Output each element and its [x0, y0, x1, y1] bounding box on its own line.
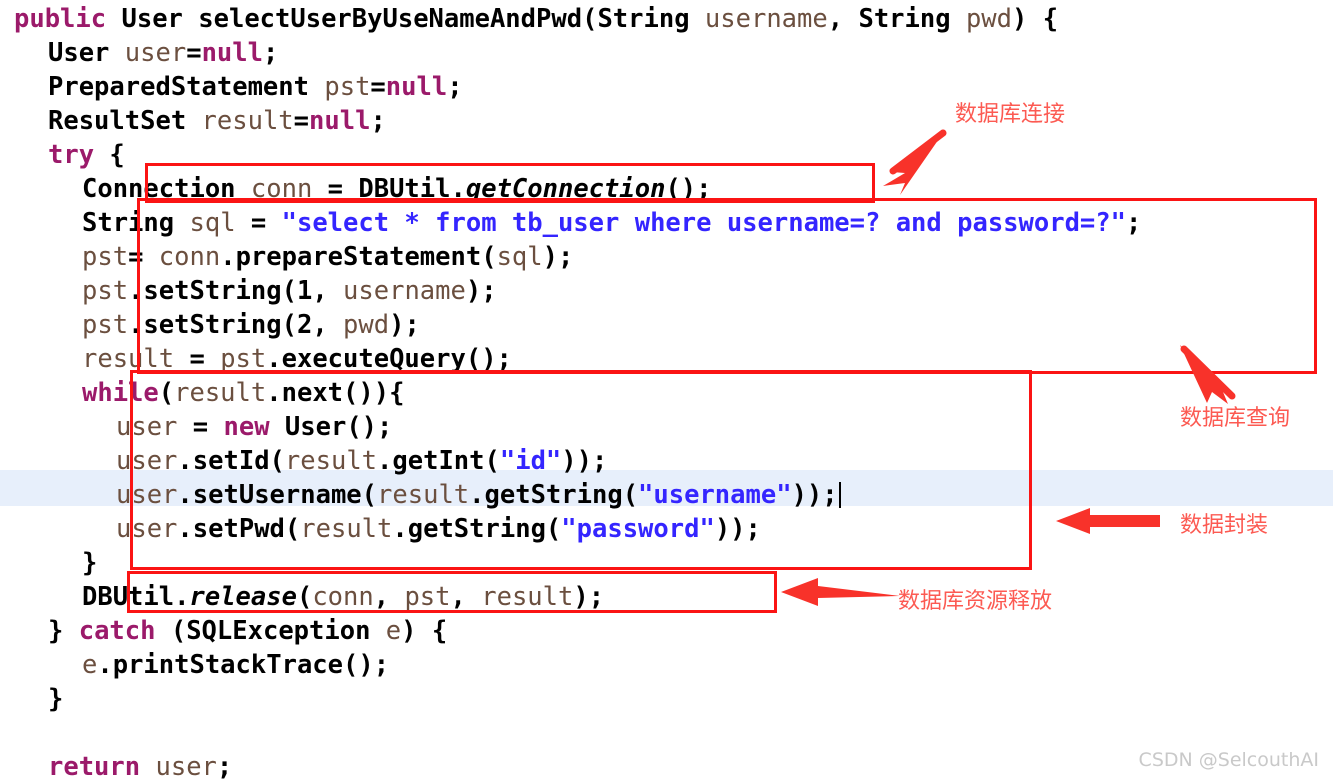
annotation-label-db-resource-release: 数据库资源释放 — [898, 589, 1053, 614]
code-line[interactable] — [0, 716, 1333, 750]
code-line[interactable]: } catch (SQLException e) { — [0, 614, 1333, 648]
csdn-watermark: CSDN @SelcouthAI — [1138, 749, 1319, 771]
annotation-box-db-query — [137, 198, 1317, 374]
annotation-box-data-encapsulation — [130, 370, 1032, 570]
code-line[interactable]: } — [0, 682, 1333, 716]
annotation-label-db-connection: 数据库连接 — [955, 102, 1066, 127]
code-line[interactable]: User user=null; — [0, 36, 1333, 70]
code-editor-surface[interactable]: public User selectUserByUseNameAndPwd(St… — [0, 0, 1333, 782]
annotation-label-db-query: 数据库查询 — [1180, 406, 1291, 431]
annotation-box-db-resource-release — [127, 571, 777, 613]
code-line[interactable]: e.printStackTrace(); — [0, 648, 1333, 682]
annotation-box-db-connection — [145, 163, 875, 203]
code-line[interactable]: ResultSet result=null; — [0, 104, 1333, 138]
code-line[interactable]: public User selectUserByUseNameAndPwd(St… — [0, 2, 1333, 36]
code-line[interactable]: PreparedStatement pst=null; — [0, 70, 1333, 104]
annotation-label-data-encapsulation: 数据封装 — [1180, 513, 1269, 538]
